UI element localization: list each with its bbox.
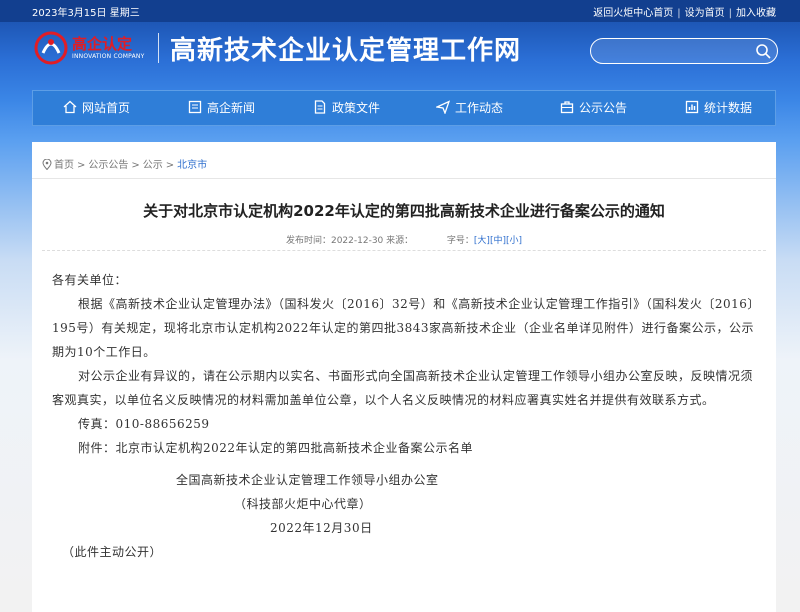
greeting: 各有关单位： <box>52 273 128 287</box>
nav-item-stats[interactable]: 统计数据 <box>685 91 752 125</box>
logo-text: 高企认定 <box>72 35 133 53</box>
publish-info: 发布时间：2022-12-30 来源： <box>285 236 414 246</box>
nav-label: 公示公告 <box>579 101 628 115</box>
add-favorite-link[interactable]: 加入收藏 <box>736 8 776 19</box>
breadcrumb-notice[interactable]: 公示公告 <box>88 160 128 171</box>
separator: | <box>677 8 681 19</box>
location-pin-icon <box>42 158 52 171</box>
site-title: 高新技术企业认定管理工作网 <box>170 36 522 66</box>
chart-icon <box>685 100 699 114</box>
article-body: 各有关单位： 根据《高新技术企业认定管理办法》（国科发火〔2016〕32号）和《… <box>52 268 760 564</box>
footer-note: （此件主动公开） <box>62 545 163 559</box>
article-title: 关于对北京市认定机构2022年认定的第四批高新技术企业进行备案公示的通知 <box>143 202 665 220</box>
nav-label: 网站首页 <box>82 101 131 115</box>
set-homepage-link[interactable]: 设为首页 <box>685 8 725 19</box>
breadcrumb: 首页 > 公示公告 > 公示 > 北京市 <box>42 156 207 171</box>
logo-emblem-icon <box>34 31 68 65</box>
briefcase-icon <box>560 101 574 114</box>
nav-label: 统计数据 <box>704 101 753 115</box>
nav-item-home[interactable]: 网站首页 <box>63 91 130 125</box>
nav-item-work[interactable]: 工作动态 <box>434 91 504 125</box>
font-size-large-button[interactable]: [大] <box>474 236 490 246</box>
breadcrumb-separator: > <box>77 160 86 171</box>
font-size-medium-button[interactable]: [中] <box>490 236 506 246</box>
font-size-label: 字号： <box>446 236 474 246</box>
breadcrumb-separator: > <box>131 160 140 171</box>
article-meta: 发布时间：2022-12-30 来源： 字号：[大][中][小] <box>32 233 776 246</box>
document-icon <box>314 100 326 114</box>
search-icon[interactable] <box>755 43 771 59</box>
breadcrumb-current[interactable]: 北京市 <box>177 160 207 171</box>
top-links: 返回火炬中心首页 | 设为首页 | 加入收藏 <box>593 4 776 19</box>
signing-proxy: （科技部火炬中心代章） <box>234 497 372 511</box>
top-bar: 2023年3月15日 星期三 返回火炬中心首页 | 设为首页 | 加入收藏 <box>0 0 800 22</box>
divider <box>32 178 776 179</box>
logo-divider <box>158 33 159 63</box>
attachment-link[interactable]: 附件：北京市认定机构2022年认定的第四批高新技术企业备案公示名单 <box>52 436 760 460</box>
nav-item-policy[interactable]: 政策文件 <box>313 91 380 125</box>
home-icon <box>63 100 77 114</box>
font-size-small-button[interactable]: [小] <box>506 236 522 246</box>
nav-item-news[interactable]: 高企新闻 <box>188 91 255 125</box>
site-logo[interactable]: 高企认定 INNOVATION COMPANY <box>34 31 164 67</box>
current-date: 2023年3月15日 星期三 <box>32 8 140 19</box>
nav-label: 工作动态 <box>455 101 504 115</box>
divider <box>42 250 766 252</box>
send-icon <box>434 100 451 115</box>
torch-home-link[interactable]: 返回火炬中心首页 <box>593 8 673 19</box>
separator: | <box>728 8 732 19</box>
nav-label: 高企新闻 <box>207 101 256 115</box>
main-nav: 网站首页 高企新闻 政策文件 工作动态 公示公告 统计数据 <box>32 90 776 126</box>
breadcrumb-home[interactable]: 首页 <box>54 160 74 171</box>
content-card: 首页 > 公示公告 > 公示 > 北京市 关于对北京市认定机构2022年认定的第四批高新技术… <box>32 142 776 612</box>
logo-subtext: INNOVATION COMPANY <box>72 53 145 60</box>
search-box <box>590 38 778 64</box>
breadcrumb-separator: > <box>165 160 175 171</box>
fax-number: 传真：010-88656259 <box>78 417 210 431</box>
search-input[interactable] <box>601 42 745 60</box>
signing-organization: 全国高新技术企业认定管理工作领导小组办公室 <box>176 473 439 487</box>
paragraph: 根据《高新技术企业认定管理办法》（国科发火〔2016〕32号）和《高新技术企业认… <box>52 297 760 359</box>
nav-item-notice[interactable]: 公示公告 <box>560 91 627 125</box>
breadcrumb-publicity[interactable]: 公示 <box>143 160 163 171</box>
nav-label: 政策文件 <box>332 101 381 115</box>
paragraph: 对公示企业有异议的，请在公示期内以实名、书面形式向全国高新技术企业认定管理工作领… <box>52 369 754 407</box>
signing-date: 2022年12月30日 <box>270 521 373 535</box>
news-icon <box>188 100 202 114</box>
